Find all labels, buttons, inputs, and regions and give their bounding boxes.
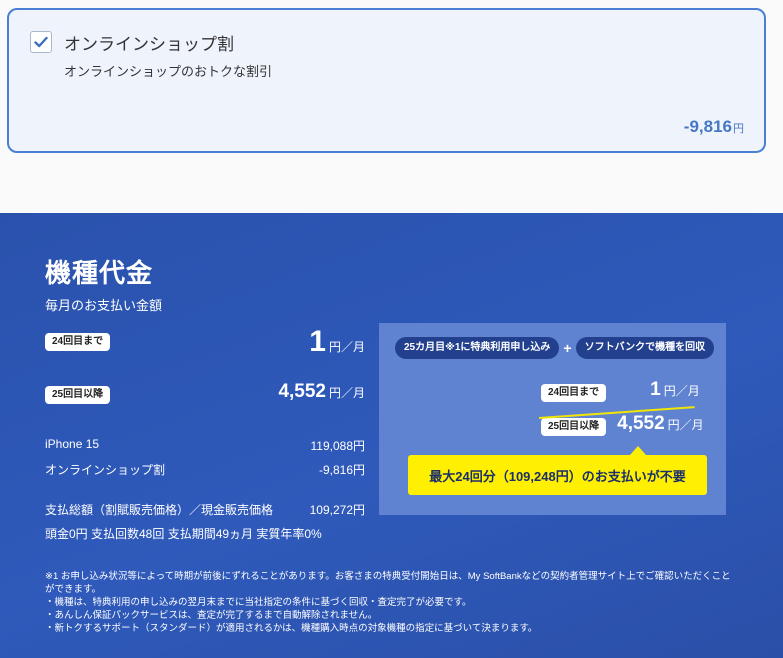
promo-tag-return: ソフトバンクで機種を回収 [575, 337, 715, 359]
discount-subtitle: オンラインショップのおトクな割引 [64, 64, 273, 79]
line-value-discount: -9,816円 [318, 463, 365, 477]
discount-title: オンラインショップ割 [64, 35, 234, 54]
promo-row-first: 24回目まで 1 円／月 [541, 379, 700, 402]
installment-badge-first: 24回目まで [45, 331, 111, 351]
discount-amount: -9,816円 [684, 117, 744, 137]
badge-label: 25回目以降 [45, 386, 111, 404]
promo-amount-first: 1 [650, 379, 661, 400]
footnote: ・機種は、特典利用の申し込みの翌月末までに当社指定の条件に基づく回収・査定完了が… [45, 597, 472, 608]
line-value-device: 119,088円 [310, 439, 366, 453]
badge-label: 24回目まで [45, 333, 111, 351]
installment-badge-after: 25回目以降 [45, 384, 111, 404]
strikethrough-line [534, 406, 714, 437]
amount-unit: 円／月 [328, 340, 365, 354]
promo-unit-first: 円／月 [663, 384, 700, 398]
checkmark-icon [34, 36, 48, 48]
trade-in-promo-box: 25カ月目※1に特典利用申し込み + ソフトバンクで機種を回収 24回目まで 1… [379, 323, 726, 515]
footnote: ・あんしん保証パックサービスは、査定が完了するまで自動解除されません。 [45, 610, 378, 621]
discount-checkbox[interactable] [30, 31, 52, 53]
online-shop-discount-card[interactable]: オンラインショップ割 オンラインショップのおトクな割引 -9,816円 [7, 8, 766, 153]
banner-pointer-icon [630, 446, 646, 455]
promo-badge-first: 24回目まで [541, 384, 607, 402]
discount-amount-unit: 円 [733, 123, 744, 135]
footnote: ・新トクするサポート（スタンダード）が適用されるかは、機種購入時点の対象機種の指… [45, 623, 538, 634]
monthly-payment-label: 毎月のお支払い金額 [45, 298, 163, 313]
device-price-section: 機種代金 毎月のお支払い金額 24回目まで 1 円／月 25回目以降 4,552 円… [0, 213, 783, 658]
line-label-total: 支払総額（割賦販売価格）／現金販売価格 [45, 503, 274, 517]
discount-amount-value: -9,816 [683, 117, 732, 136]
promo-header: 25カ月目※1に特典利用申し込み + ソフトバンクで機種を回収 [395, 337, 715, 359]
payment-waiver-banner: 最大24回分（109,248円）のお支払いが不要 [408, 446, 707, 495]
line-label-discount: オンラインショップ割 [45, 463, 166, 477]
amount-unit: 円／月 [328, 386, 365, 400]
amount-value: 1 [309, 325, 326, 358]
plus-icon: + [563, 340, 572, 356]
payment-terms: 頭金0円 支払回数48回 支払期間49ヵ月 実質年率0% [45, 527, 322, 541]
line-value-total: 109,272円 [309, 503, 365, 517]
line-label-device: iPhone 15 [45, 437, 100, 451]
monthly-amount-after: 4,552 円／月 [278, 381, 365, 403]
promo-tag-apply: 25カ月目※1に特典利用申し込み [395, 337, 560, 359]
amount-value: 4,552 [278, 381, 326, 402]
monthly-amount-first: 1 円／月 [309, 325, 365, 359]
banner-text: 最大24回分（109,248円）のお支払いが不要 [429, 468, 686, 484]
footnotes: ※1 お申し込み状況等によって時期が前後にずれることがあります。お客さまの特典受… [45, 570, 735, 635]
device-price-title: 機種代金 [45, 258, 154, 288]
footnote: ※1 お申し込み状況等によって時期が前後にずれることがあります。お客さまの特典受… [45, 571, 731, 595]
